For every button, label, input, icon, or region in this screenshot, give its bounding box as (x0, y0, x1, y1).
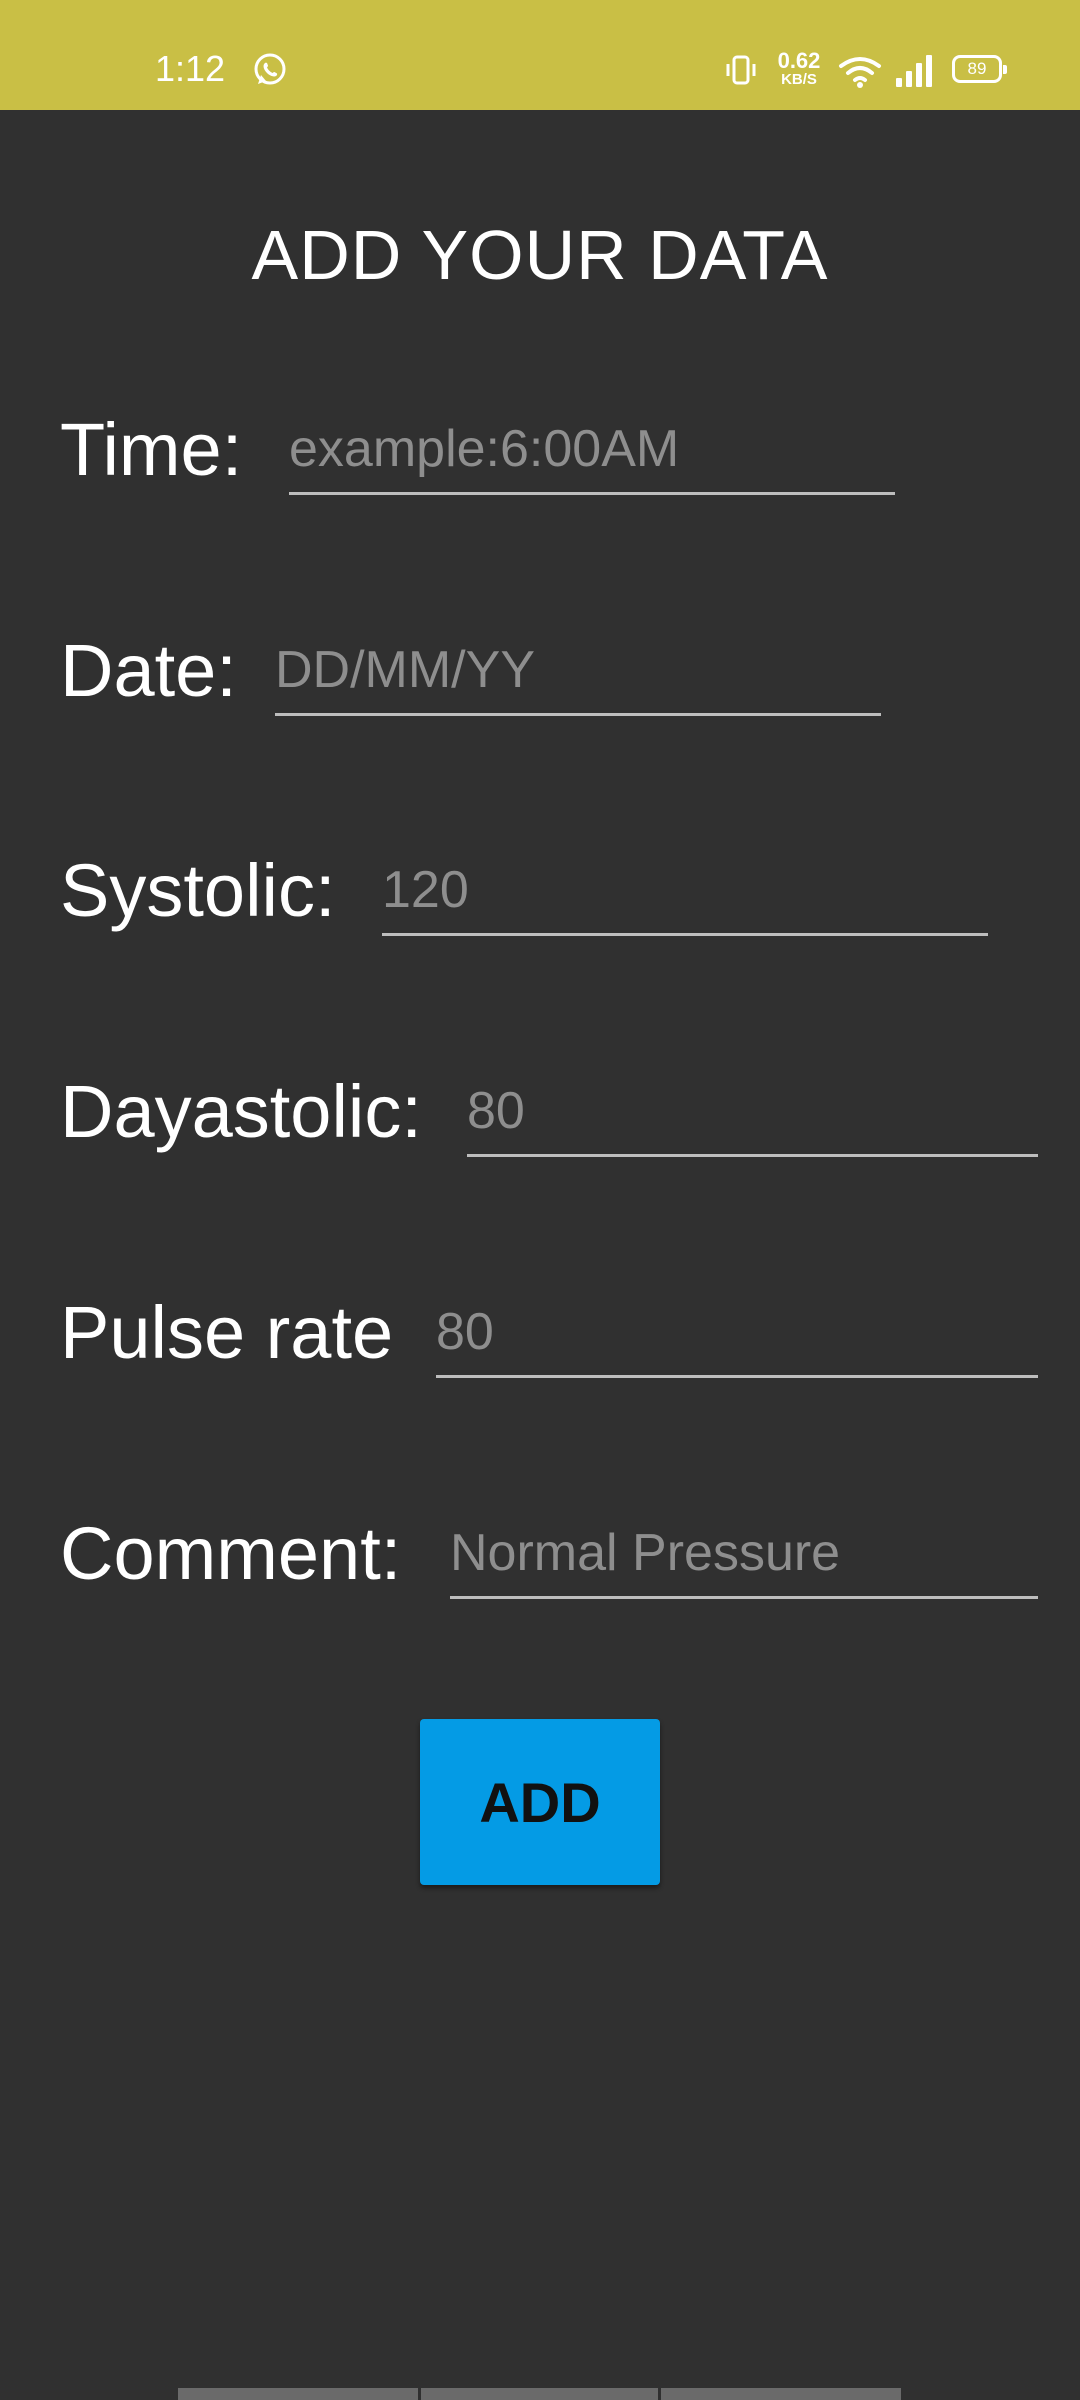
comment-label: Comment: (60, 1512, 402, 1595)
network-speed: 0.62 KB/S (773, 48, 825, 88)
pulse-rate-label: Pulse rate (60, 1291, 394, 1374)
nav-handle-right[interactable] (661, 2388, 901, 2400)
network-speed-value: 0.62 (777, 48, 821, 73)
date-label: Date: (60, 629, 237, 712)
battery-icon: 89 (952, 55, 1007, 83)
time-input[interactable] (289, 418, 895, 495)
systolic-input[interactable] (382, 859, 988, 936)
diastolic-label: Dayastolic: (60, 1070, 422, 1153)
status-time: 1:12 (155, 48, 226, 89)
page-title: ADD YOUR DATA (251, 216, 829, 294)
wifi-icon (839, 57, 881, 88)
nav-handle-left[interactable] (178, 2388, 418, 2400)
vibrate-icon (726, 55, 756, 85)
nav-handle-center[interactable] (421, 2388, 658, 2400)
whatsapp-icon (254, 53, 286, 85)
pulse-rate-input[interactable] (436, 1301, 1038, 1378)
diastolic-input[interactable] (467, 1080, 1038, 1157)
add-button[interactable]: ADD (420, 1719, 660, 1885)
time-label: Time: (60, 408, 243, 491)
comment-input[interactable] (450, 1522, 1038, 1599)
status-bar: 1:12 0.62 KB/S 89 (0, 0, 1080, 110)
cell-signal-icon (896, 55, 932, 87)
systolic-label: Systolic: (60, 849, 336, 932)
date-input[interactable] (275, 639, 881, 716)
network-speed-unit: KB/S (781, 71, 817, 88)
